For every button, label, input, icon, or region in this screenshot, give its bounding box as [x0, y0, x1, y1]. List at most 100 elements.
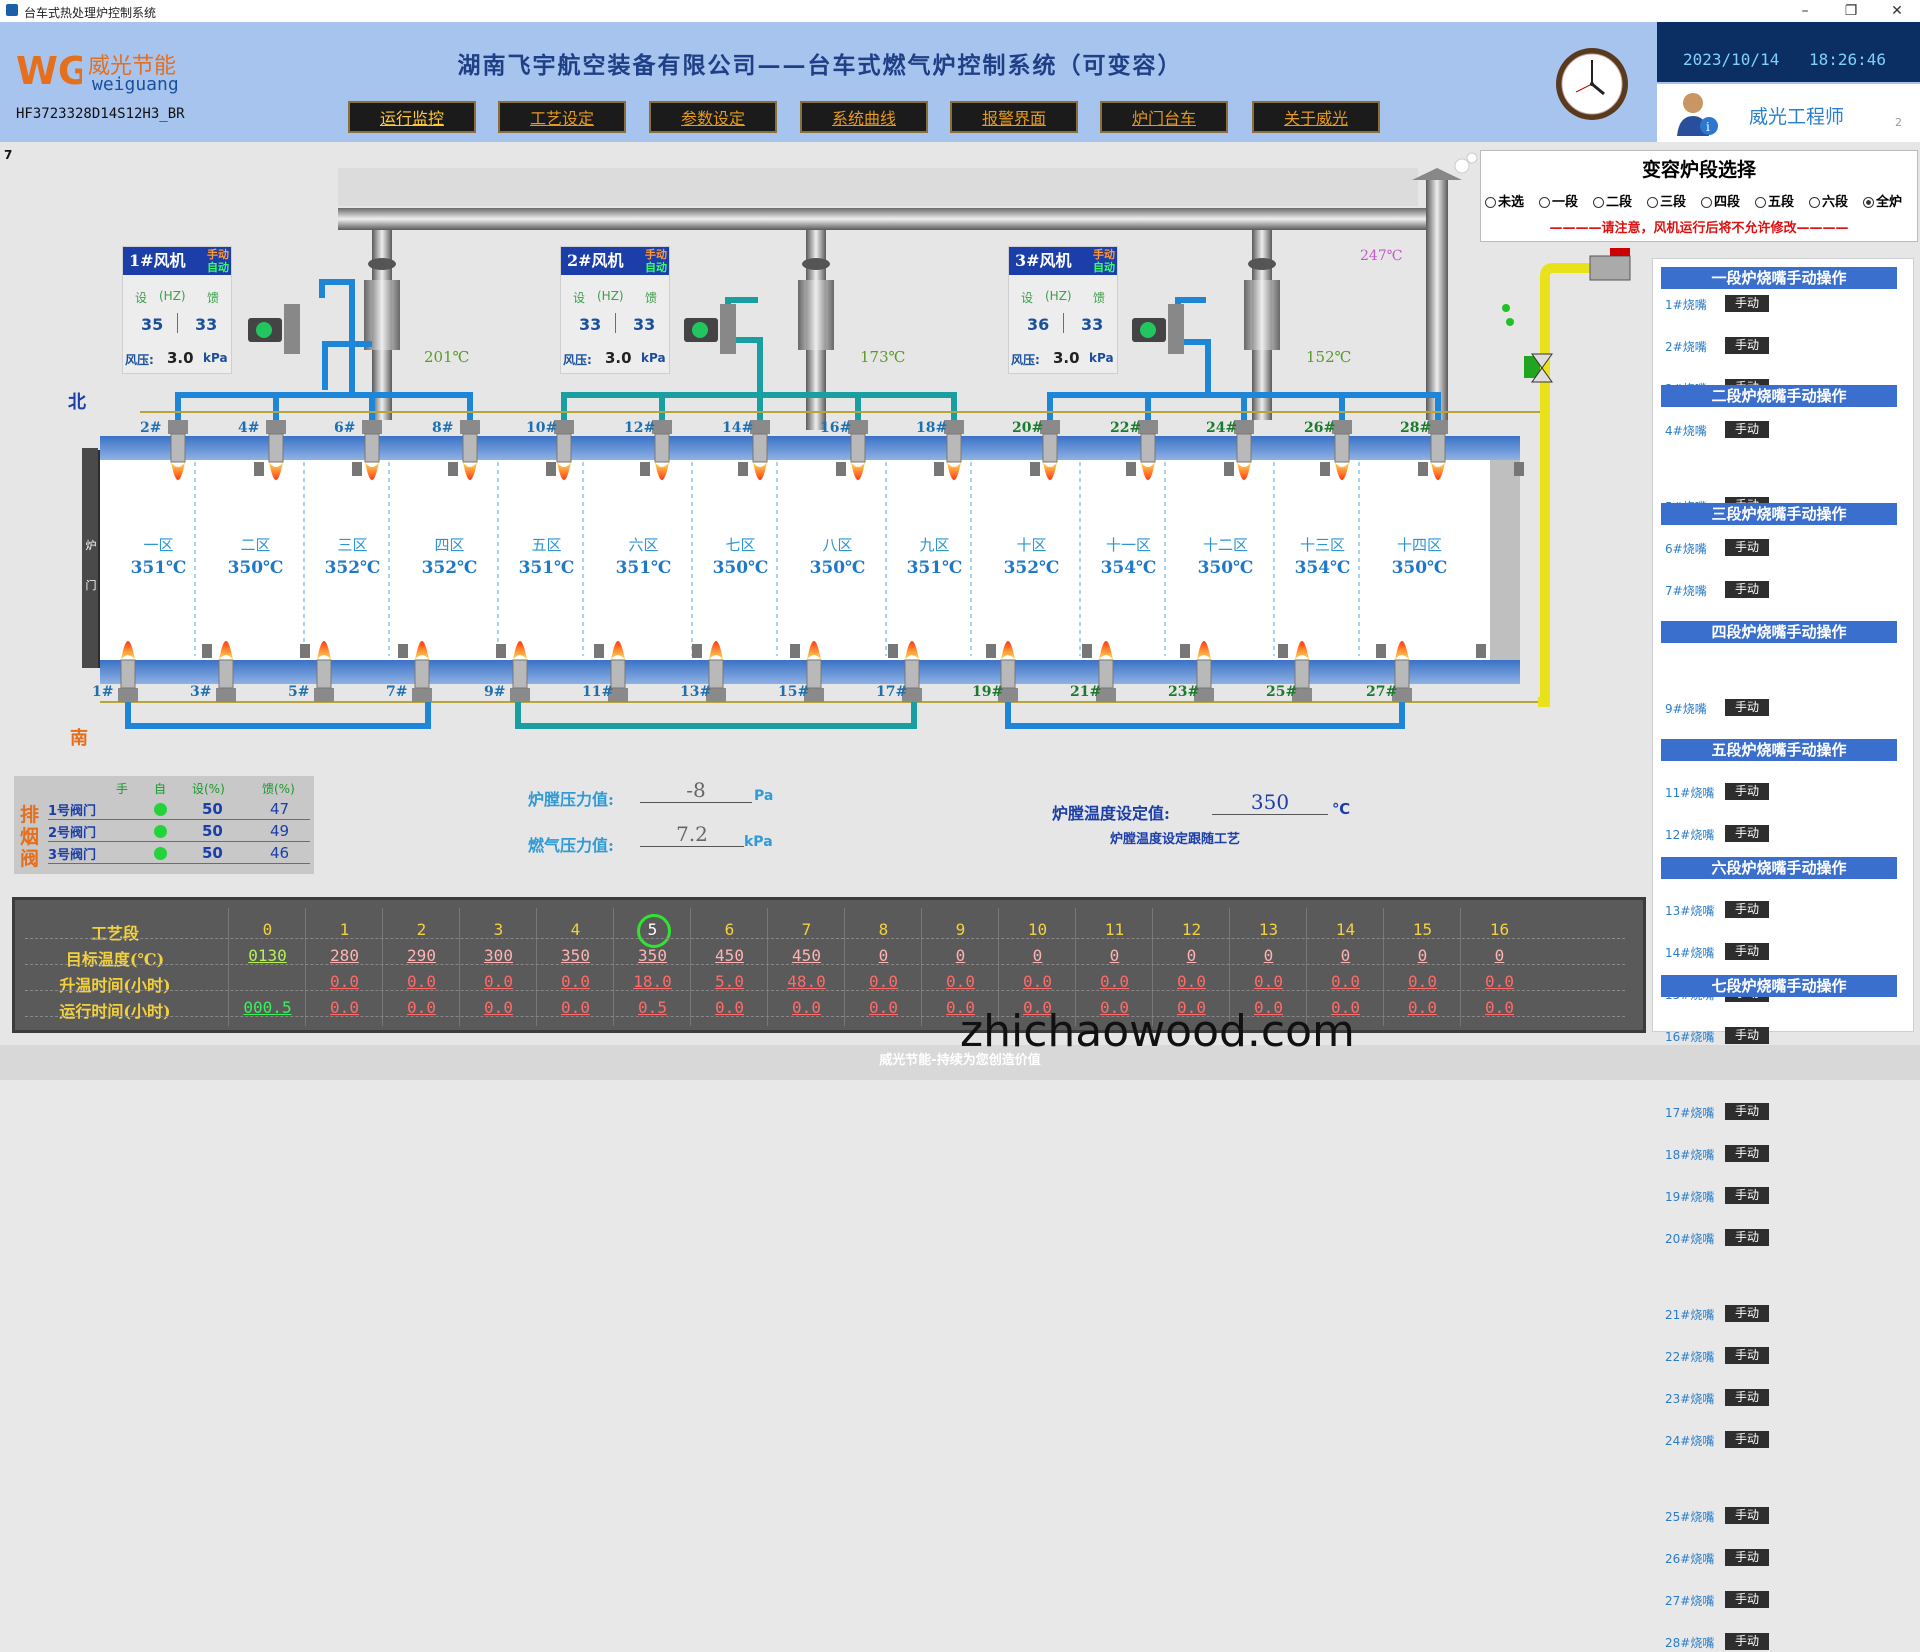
table-cell[interactable]: 290	[383, 946, 460, 965]
nav-about[interactable]: 关于威光	[1252, 101, 1380, 133]
table-cell[interactable]: 0130	[229, 946, 306, 965]
table-cell[interactable]: 0.0	[999, 972, 1076, 991]
table-cell[interactable]: 350	[537, 946, 614, 965]
manual-button[interactable]: 手动	[1725, 1507, 1769, 1524]
table-cell[interactable]: 0.0	[1384, 972, 1461, 991]
table-cell[interactable]: 450	[691, 946, 768, 965]
furnace-door[interactable]: 炉 门	[84, 526, 98, 606]
gas-pressure-value[interactable]: 7.2	[640, 822, 744, 847]
fan-box-2[interactable]: 2#风机 手动 自动设 (HZ) 馈 33 33 风压: 3.0 kPa	[560, 246, 670, 374]
fan-mode[interactable]: 手动 自动	[1093, 248, 1115, 274]
table-cell[interactable]: 0	[1076, 946, 1153, 965]
manual-button[interactable]: 手动	[1725, 1187, 1769, 1204]
table-cell[interactable]: 0.0	[537, 998, 614, 1017]
table-cell[interactable]: 350	[614, 946, 691, 965]
manual-button[interactable]: 手动	[1725, 421, 1769, 438]
table-cell[interactable]: 0.5	[614, 998, 691, 1017]
fan-mode[interactable]: 手动 自动	[645, 248, 667, 274]
furnace-temp-value[interactable]: 350	[1212, 790, 1328, 815]
table-cell[interactable]: 300	[460, 946, 537, 965]
exhaust-set-value[interactable]: 50	[202, 800, 223, 818]
manual-button[interactable]: 手动	[1725, 1389, 1769, 1406]
table-cell[interactable]: 0.0	[1384, 998, 1461, 1017]
table-cell[interactable]: 0.0	[306, 972, 383, 991]
table-cell[interactable]: 0.0	[1461, 972, 1538, 991]
chamber-pressure-value[interactable]: -8	[640, 778, 752, 803]
fan-set-value[interactable]: 35	[141, 315, 163, 334]
table-cell[interactable]: 0.0	[306, 998, 383, 1017]
exhaust-status-icon[interactable]	[154, 847, 167, 860]
manual-button[interactable]: 手动	[1725, 1305, 1769, 1322]
section-option[interactable]: 二段	[1593, 191, 1632, 210]
exhaust-status-icon[interactable]	[154, 803, 167, 816]
manual-button[interactable]: 手动	[1725, 1145, 1769, 1162]
manual-button[interactable]: 手动	[1725, 337, 1769, 354]
manual-button[interactable]: 手动	[1725, 901, 1769, 918]
fan-mode[interactable]: 手动 自动	[207, 248, 229, 274]
table-cell[interactable]: 0.0	[1076, 972, 1153, 991]
table-cell[interactable]: 450	[768, 946, 845, 965]
nav-monitor[interactable]: 运行监控	[348, 101, 476, 133]
nav-params[interactable]: 参数设定	[649, 101, 777, 133]
fan-set-value[interactable]: 36	[1027, 315, 1049, 334]
restore-button[interactable]: ❐	[1828, 0, 1874, 22]
table-cell[interactable]: 0	[1307, 946, 1384, 965]
manual-button[interactable]: 手动	[1725, 1431, 1769, 1448]
table-cell[interactable]: 0.0	[1461, 998, 1538, 1017]
section-option[interactable]: 四段	[1701, 191, 1740, 210]
manual-button[interactable]: 手动	[1725, 825, 1769, 842]
table-cell[interactable]: 0.0	[1307, 972, 1384, 991]
table-cell[interactable]: 0.0	[460, 998, 537, 1017]
table-cell[interactable]: 0.0	[460, 972, 537, 991]
table-cell[interactable]: 0	[1461, 946, 1538, 965]
section-option[interactable]: 全炉	[1863, 191, 1902, 210]
manual-button[interactable]: 手动	[1725, 1103, 1769, 1120]
section-option[interactable]: 五段	[1755, 191, 1794, 210]
nav-door[interactable]: 炉门台车	[1100, 101, 1228, 133]
user-panel[interactable]: i 威光工程师 2	[1657, 84, 1920, 142]
section-option[interactable]: 三段	[1647, 191, 1686, 210]
table-cell[interactable]: 0	[1230, 946, 1307, 965]
manual-button[interactable]: 手动	[1725, 943, 1769, 960]
exhaust-set-value[interactable]: 50	[202, 844, 223, 862]
manual-button[interactable]: 手动	[1725, 1633, 1769, 1650]
manual-button[interactable]: 手动	[1725, 1591, 1769, 1608]
table-cell[interactable]: 0	[1153, 946, 1230, 965]
table-cell[interactable]: 48.0	[768, 972, 845, 991]
fan-box-1[interactable]: 1#风机 手动 自动设 (HZ) 馈 35 33 风压: 3.0 kPa	[122, 246, 232, 374]
manual-button[interactable]: 手动	[1725, 1027, 1769, 1044]
table-cell[interactable]: 0	[845, 946, 922, 965]
table-cell[interactable]: 0.0	[845, 998, 922, 1017]
table-cell[interactable]: 0.0	[1230, 972, 1307, 991]
manual-button[interactable]: 手动	[1725, 295, 1769, 312]
table-cell[interactable]: 0.0	[383, 998, 460, 1017]
table-cell[interactable]: 0.0	[537, 972, 614, 991]
table-cell[interactable]: 000.5	[229, 998, 306, 1017]
table-cell[interactable]: 0	[999, 946, 1076, 965]
table-cell[interactable]: 0.0	[1153, 972, 1230, 991]
table-cell[interactable]: 0.0	[383, 972, 460, 991]
nav-process[interactable]: 工艺设定	[498, 101, 626, 133]
table-cell[interactable]: 0	[1384, 946, 1461, 965]
minimize-button[interactable]: –	[1782, 0, 1828, 22]
table-cell[interactable]: 0.0	[768, 998, 845, 1017]
table-cell[interactable]: 0.0	[922, 972, 999, 991]
section-option[interactable]: 一段	[1539, 191, 1578, 210]
exhaust-status-icon[interactable]	[154, 825, 167, 838]
manual-button[interactable]: 手动	[1725, 581, 1769, 598]
manual-button[interactable]: 手动	[1725, 539, 1769, 556]
section-option[interactable]: 六段	[1809, 191, 1848, 210]
manual-button[interactable]: 手动	[1725, 783, 1769, 800]
table-cell[interactable]: 5.0	[691, 972, 768, 991]
table-cell[interactable]: 280	[306, 946, 383, 965]
section-option[interactable]: 未选	[1485, 191, 1524, 210]
manual-button[interactable]: 手动	[1725, 1229, 1769, 1246]
close-button[interactable]: ✕	[1874, 0, 1920, 22]
manual-button[interactable]: 手动	[1725, 1347, 1769, 1364]
table-cell[interactable]: 0.0	[845, 972, 922, 991]
table-cell[interactable]: 0	[922, 946, 999, 965]
nav-curves[interactable]: 系统曲线	[800, 101, 928, 133]
nav-alarm[interactable]: 报警界面	[950, 101, 1078, 133]
table-cell[interactable]: 18.0	[614, 972, 691, 991]
manual-button[interactable]: 手动	[1725, 699, 1769, 716]
